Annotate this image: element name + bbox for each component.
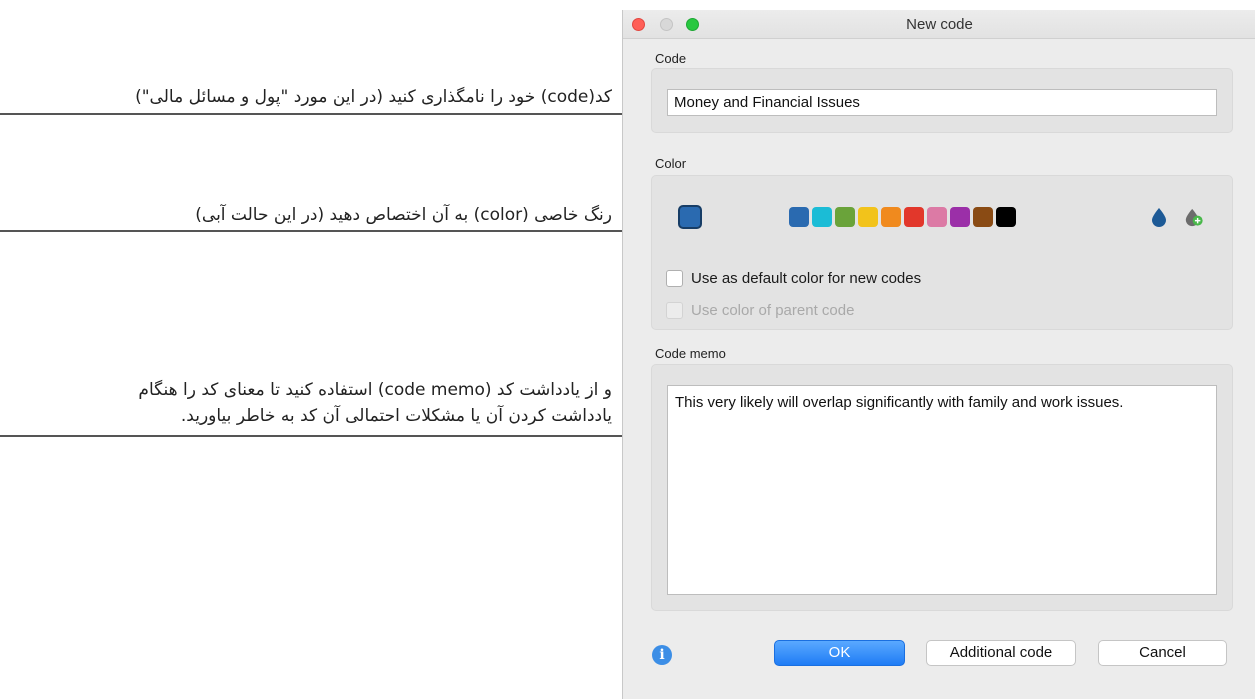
annotation-color: رنگ خاصی (color) به آن اختصاص دهید (در ا… [0, 200, 653, 236]
annotation-memo: و از یادداشت کد (code memo) استفاده کنید… [0, 377, 653, 441]
color-swatch[interactable] [927, 207, 947, 227]
color-swatch[interactable] [858, 207, 878, 227]
code-memo-textarea[interactable]: This very likely will overlap significan… [667, 385, 1217, 595]
color-swatch[interactable] [904, 207, 924, 227]
annotation-line [0, 230, 648, 232]
code-label: Code [655, 51, 687, 66]
info-icon[interactable]: i [652, 645, 672, 665]
title-bar: New code [623, 10, 1255, 39]
color-swatch[interactable] [789, 207, 809, 227]
default-color-checkbox-label: Use as default color for new codes [691, 270, 922, 287]
parent-color-checkbox-label: Use color of parent code [691, 302, 855, 319]
color-palette [789, 207, 1016, 227]
color-swatch[interactable] [973, 207, 993, 227]
color-swatch[interactable] [950, 207, 970, 227]
code-name-input[interactable]: Money and Financial Issues [667, 89, 1217, 116]
color-group: Use as default color for new codes Use c… [651, 175, 1233, 330]
additional-code-button[interactable]: Additional code [926, 640, 1076, 666]
annotation-color-text: رنگ خاصی (color) به آن اختصاص دهید (در ا… [195, 205, 612, 225]
annotation-name-code: کد(code) خود را نامگذاری کنید (در این مو… [0, 84, 653, 118]
annotation-name-code-text: کد(code) خود را نامگذاری کنید (در این مو… [135, 87, 612, 107]
code-memo-group: This very likely will overlap significan… [651, 364, 1233, 611]
annotation-memo-text-line2: یادداشت کردن آن یا مشکلات احتمالی آن کد … [180, 406, 612, 426]
drop-add-icon[interactable] [1184, 206, 1204, 228]
color-label: Color [655, 156, 687, 171]
cancel-button[interactable]: Cancel [1098, 640, 1227, 666]
drop-icon[interactable] [1149, 206, 1169, 228]
code-memo-label: Code memo [655, 346, 726, 361]
annotation-line [0, 435, 648, 437]
annotation-line [0, 113, 648, 115]
ok-button[interactable]: OK [774, 640, 905, 666]
default-color-option[interactable]: Use as default color for new codes [666, 270, 921, 287]
new-code-dialog: New code Code Money and Financial Issues… [622, 10, 1255, 699]
color-swatch[interactable] [835, 207, 855, 227]
color-swatch[interactable] [812, 207, 832, 227]
code-group: Money and Financial Issues [651, 68, 1233, 133]
window-title: New code [906, 16, 973, 33]
default-color-checkbox[interactable] [666, 270, 683, 287]
parent-color-checkbox [666, 302, 683, 319]
annotation-memo-text-line1: و از یادداشت کد (code memo) استفاده کنید… [138, 380, 612, 400]
current-color-swatch[interactable] [678, 205, 702, 229]
color-swatch[interactable] [881, 207, 901, 227]
color-swatch[interactable] [996, 207, 1016, 227]
parent-color-option: Use color of parent code [666, 302, 854, 319]
